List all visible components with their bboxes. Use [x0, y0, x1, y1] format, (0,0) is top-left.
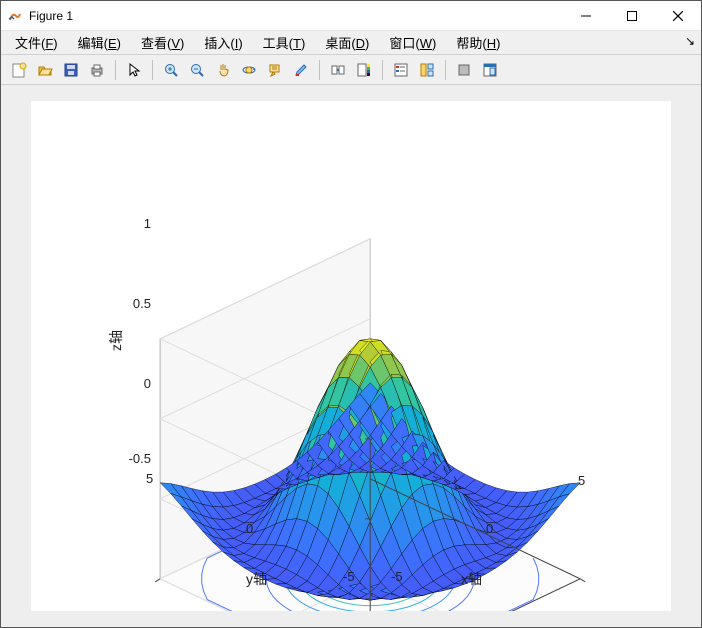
menu-edit[interactable]: 编辑(E) — [72, 31, 127, 54]
hide-tools-icon[interactable] — [452, 58, 476, 82]
menu-view[interactable]: 查看(V) — [135, 31, 190, 54]
menu-file[interactable]: 文件(F) — [9, 31, 64, 54]
minimize-button[interactable] — [563, 1, 609, 31]
z-tick: 0 — [121, 376, 151, 391]
toolbar-separator — [382, 60, 383, 80]
x-tick: 0 — [486, 521, 493, 536]
toolbar-separator — [319, 60, 320, 80]
pan-icon[interactable] — [211, 58, 235, 82]
open-icon[interactable] — [33, 58, 57, 82]
dock-icon[interactable] — [478, 58, 502, 82]
x-tick: -5 — [391, 569, 403, 584]
layout-choose-icon[interactable] — [415, 58, 439, 82]
x-tick: 5 — [578, 473, 585, 488]
toolbar-separator — [152, 60, 153, 80]
toolbar-separator — [115, 60, 116, 80]
y-tick: 5 — [146, 471, 153, 486]
window-title: Figure 1 — [29, 9, 73, 23]
colorbar-icon[interactable] — [352, 58, 376, 82]
brush-icon[interactable] — [289, 58, 313, 82]
menu-bar: 文件(F) 编辑(E) 查看(V) 插入(I) 工具(T) 桌面(D) 窗口(W… — [1, 31, 701, 55]
y-tick: 0 — [246, 521, 253, 536]
x-axis-label: x轴 — [461, 569, 482, 589]
menu-desktop[interactable]: 桌面(D) — [319, 31, 375, 54]
title-bar: Figure 1 — [1, 1, 701, 31]
new-figure-icon[interactable] — [7, 58, 31, 82]
matlab-app-icon — [7, 8, 23, 24]
datatip-icon[interactable] — [263, 58, 287, 82]
y-axis-label: y轴 — [246, 569, 267, 589]
save-icon[interactable] — [59, 58, 83, 82]
close-button[interactable] — [655, 1, 701, 31]
print-icon[interactable] — [85, 58, 109, 82]
rotate3d-icon[interactable] — [237, 58, 261, 82]
link-plot-icon[interactable] — [326, 58, 350, 82]
menu-help[interactable]: 帮助(H) — [450, 31, 506, 54]
z-axis-label: z轴 — [106, 330, 126, 351]
axes-3d[interactable]: -0.5 0 0.5 1 5 0 -5 -5 0 5 z轴 y轴 x轴 — [31, 101, 671, 611]
z-tick: 1 — [121, 216, 151, 231]
toolbar-separator — [445, 60, 446, 80]
menu-tools[interactable]: 工具(T) — [257, 31, 312, 54]
zoom-in-icon[interactable] — [159, 58, 183, 82]
legend-icon[interactable] — [389, 58, 413, 82]
y-tick: -5 — [343, 569, 355, 584]
z-tick: 0.5 — [121, 296, 151, 311]
z-tick: -0.5 — [121, 451, 151, 466]
figure-canvas[interactable]: -0.5 0 0.5 1 5 0 -5 -5 0 5 z轴 y轴 x轴 — [1, 85, 701, 627]
maximize-button[interactable] — [609, 1, 655, 31]
surface-plot — [31, 101, 671, 611]
menu-overflow-icon[interactable]: ↘ — [685, 34, 695, 48]
toolbar — [1, 55, 701, 85]
zoom-out-icon[interactable] — [185, 58, 209, 82]
menu-window[interactable]: 窗口(W) — [383, 31, 442, 54]
pointer-icon[interactable] — [122, 58, 146, 82]
menu-insert[interactable]: 插入(I) — [198, 31, 248, 54]
